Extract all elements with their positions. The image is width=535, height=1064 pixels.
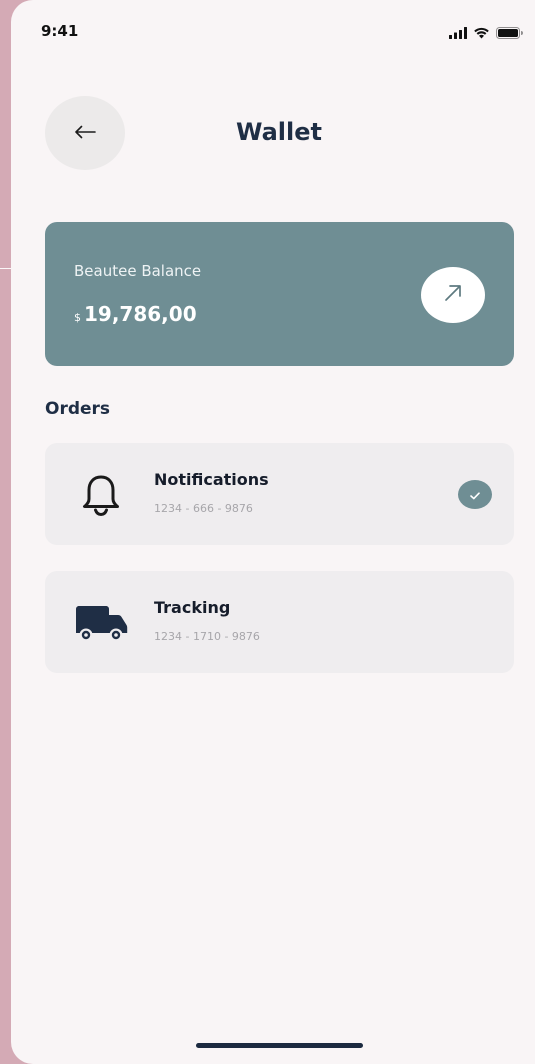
order-number: 1234 - 666 - 9876 [154,502,253,515]
signal-icon [449,24,467,43]
wifi-icon [473,24,490,43]
check-badge [458,480,492,509]
currency-symbol: $ [74,311,81,324]
balance-amount: $ 19,786,00 [74,302,197,326]
order-number: 1234 - 1710 - 9876 [154,630,260,643]
home-indicator[interactable] [196,1043,363,1048]
order-title: Tracking [154,598,231,617]
balance-value: 19,786,00 [84,302,197,326]
header: Wallet [11,96,535,170]
status-icons [449,24,523,43]
check-icon [470,485,480,504]
order-title: Notifications [154,470,269,489]
truck-icon [73,599,129,647]
phone-screen: 9:41 Wallet Beautee Balance $ 19,786,00 … [11,0,535,1064]
balance-action-button[interactable] [421,267,485,323]
arrow-up-right-icon [443,283,463,307]
status-time: 9:41 [41,22,79,40]
order-item-tracking[interactable]: Tracking 1234 - 1710 - 9876 [45,571,514,673]
bell-icon [73,471,129,519]
balance-card: Beautee Balance $ 19,786,00 [45,222,514,366]
status-bar: 9:41 [11,0,535,60]
page-title: Wallet [235,118,322,146]
orders-title: Orders [45,399,111,419]
balance-label: Beautee Balance [74,262,202,280]
order-item-notifications[interactable]: Notifications 1234 - 666 - 9876 [45,443,514,545]
battery-icon [496,24,523,43]
